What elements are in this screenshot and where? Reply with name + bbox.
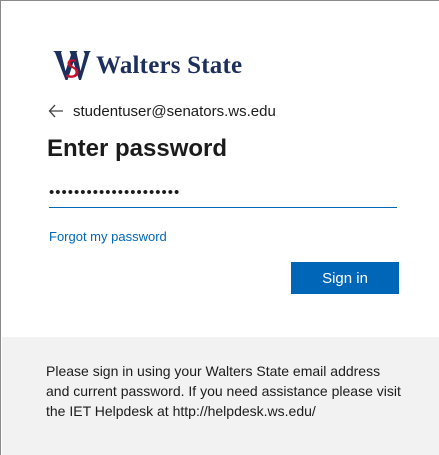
ws-monogram-icon [53,51,91,80]
account-email: studentuser@senators.ws.edu [73,102,276,120]
sign-in-card: Walters State studentuser@senators.ws.ed… [2,2,439,336]
page-title: Enter password [47,135,228,162]
login-window: Walters State studentuser@senators.ws.ed… [0,0,439,455]
identity-banner: studentuser@senators.ws.edu [48,101,276,121]
footer-panel: Please sign in using your Walters State … [2,337,439,455]
password-field[interactable] [49,178,397,208]
arrow-left-icon[interactable] [48,104,64,118]
help-text: Please sign in using your Walters State … [46,363,401,419]
brand-name: Walters State [96,51,243,79]
walters-state-logo: Walters State [52,48,242,82]
forgot-password-link[interactable]: Forgot my password [49,229,167,244]
sign-in-button[interactable]: Sign in [291,262,399,294]
